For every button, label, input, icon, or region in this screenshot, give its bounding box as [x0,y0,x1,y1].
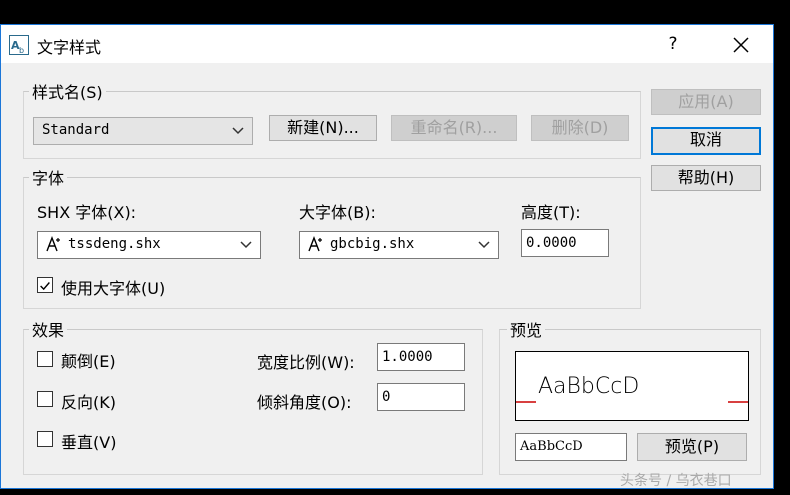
close-icon[interactable] [725,31,755,57]
shx-font-select[interactable]: tssdeng.shx [37,231,261,259]
width-factor-label: 宽度比例(W): [257,353,355,372]
chevron-down-icon [232,127,244,135]
font-legend: 字体 [29,165,68,189]
title-help-button[interactable]: ? [661,31,685,57]
style-name-legend: 样式名(S) [29,79,106,103]
shx-font-label: SHX 字体(X): [37,203,137,222]
vertical-checkbox[interactable] [37,431,53,447]
oblique-angle-label: 倾斜角度(O): [257,393,352,412]
text-style-dialog: A b 文字样式 ? 样式名(S) Standard 新建(N)... 重命名(… [0,24,774,489]
preview-sample-text: AaBbCcD [538,374,640,399]
bigfont-value: gbcbig.shx [330,236,415,252]
bigfont-select[interactable]: gbcbig.shx [299,231,499,259]
new-style-button[interactable]: 新建(N)... [269,115,377,141]
watermark-text: 头条号 / 乌衣巷口 [620,473,732,489]
width-factor-value: 1.0000 [382,349,433,365]
upside-down-checkbox[interactable] [37,351,53,367]
preview-text-input[interactable]: AaBbCcD [515,433,627,461]
style-name-select[interactable]: Standard [33,117,253,145]
height-input[interactable]: 0.0000 [521,229,609,257]
style-name-value: Standard [42,122,110,138]
oblique-angle-input[interactable]: 0 [377,383,465,411]
backwards-label: 反向(K) [61,393,116,412]
svg-text:b: b [19,46,24,55]
bigfont-label: 大字体(B): [299,203,376,222]
backwards-checkbox[interactable] [37,391,53,407]
preview-canvas: AaBbCcD [515,351,749,421]
window-title: 文字样式 [37,38,102,57]
preview-legend: 预览 [507,317,546,341]
baseline-marker-right [728,401,748,403]
vertical-label: 垂直(V) [61,433,117,452]
preview-button[interactable]: 预览(P) [637,433,747,461]
rename-style-button[interactable]: 重命名(R)... [391,115,517,141]
width-factor-input[interactable]: 1.0000 [377,343,465,371]
oblique-angle-value: 0 [382,389,391,405]
text-style-app-icon: A b [9,35,29,55]
effects-legend: 效果 [29,317,68,341]
use-bigfont-checkbox[interactable] [37,277,53,293]
use-bigfont-label: 使用大字体(U) [61,279,166,298]
preview-input-value: AaBbCcD [520,439,583,454]
title-bar: A b 文字样式 ? [1,25,773,63]
delete-style-button[interactable]: 删除(D) [531,115,629,141]
baseline-marker-left [516,401,536,403]
height-value: 0.0000 [526,235,577,251]
shx-font-icon [46,236,60,252]
cancel-button[interactable]: 取消 [651,127,761,155]
shx-font-value: tssdeng.shx [68,236,161,252]
checkmark-icon [40,282,50,291]
help-button[interactable]: 帮助(H) [651,165,761,191]
bigfont-icon [308,236,322,252]
chevron-down-icon [478,241,490,249]
upside-down-label: 颠倒(E) [61,352,116,371]
height-label: 高度(T): [521,203,581,222]
chevron-down-icon [240,241,252,249]
apply-button[interactable]: 应用(A) [651,89,761,115]
